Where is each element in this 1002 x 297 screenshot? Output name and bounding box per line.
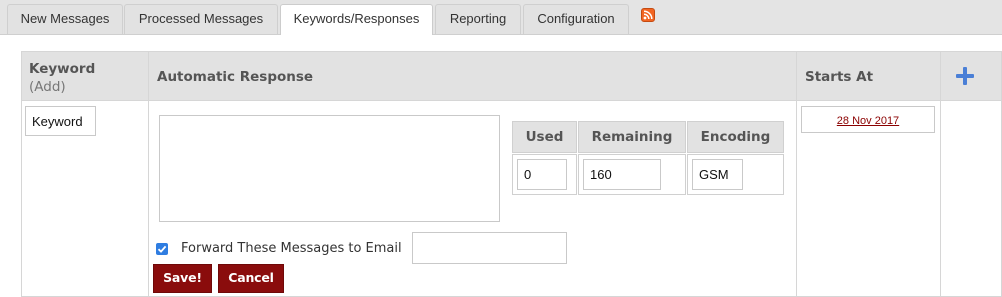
checkmark-icon xyxy=(157,245,167,253)
keyword-header-label: Keyword xyxy=(29,61,96,77)
tab-processed-messages[interactable]: Processed Messages xyxy=(124,4,278,34)
add-column-header xyxy=(940,51,1002,101)
add-column-cell xyxy=(940,101,1002,297)
tab-label: Keywords/Responses xyxy=(293,11,420,26)
tab-reporting[interactable]: Reporting xyxy=(435,4,521,34)
add-row-plus-icon[interactable] xyxy=(954,65,976,87)
forward-email-input[interactable] xyxy=(412,232,567,264)
automatic-response-header-label: Automatic Response xyxy=(157,69,314,85)
tab-configuration[interactable]: Configuration xyxy=(523,4,629,34)
save-button[interactable]: Save! xyxy=(153,264,212,293)
cancel-button[interactable]: Cancel xyxy=(218,264,284,293)
forward-label: Forward These Messages to Email xyxy=(181,241,402,256)
tab-keywords-responses[interactable]: Keywords/Responses xyxy=(280,4,433,35)
tab-bar: New Messages Processed Messages Keywords… xyxy=(0,0,1002,35)
forward-checkbox[interactable] xyxy=(156,243,168,255)
keyword-input[interactable] xyxy=(25,106,96,136)
tab-label: Reporting xyxy=(449,11,507,26)
keyword-add-link[interactable]: (Add) xyxy=(29,79,66,95)
used-header: Used xyxy=(512,121,577,153)
tab-label: Processed Messages xyxy=(138,11,264,26)
start-date-link[interactable]: 28 Nov 2017 xyxy=(837,115,899,127)
keyword-column-header: Keyword (Add) xyxy=(21,51,149,101)
tab-new-messages[interactable]: New Messages xyxy=(7,4,123,34)
tab-label: New Messages xyxy=(20,11,110,26)
response-textarea[interactable] xyxy=(159,115,500,222)
remaining-count-field xyxy=(583,159,661,190)
remaining-header: Remaining xyxy=(578,121,686,153)
encoding-header: Encoding xyxy=(687,121,784,153)
starts-at-column-header: Starts At xyxy=(796,51,941,101)
starts-at-header-label: Starts At xyxy=(805,69,874,85)
encoding-field xyxy=(692,159,743,190)
automatic-response-column-header: Automatic Response xyxy=(148,51,797,101)
rss-icon[interactable] xyxy=(641,8,655,22)
start-date-picker[interactable]: 28 Nov 2017 xyxy=(801,106,935,133)
used-count-field xyxy=(517,159,567,190)
tab-label: Configuration xyxy=(537,11,615,26)
